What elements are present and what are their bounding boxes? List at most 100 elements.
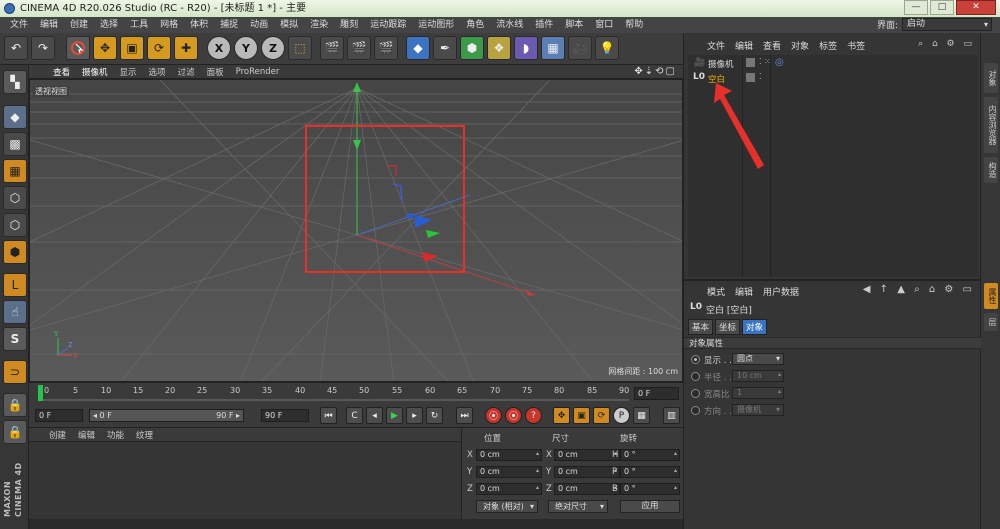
viewport-menu-display[interactable]: 显示 — [114, 66, 143, 78]
menu-plugins[interactable]: 插件 — [529, 17, 559, 33]
menu-edit[interactable]: 编辑 — [34, 17, 64, 33]
menu-render[interactable]: 渲染 — [304, 17, 334, 33]
polygons-mode-button[interactable]: ⬢ — [3, 240, 27, 264]
attribute-menu-userdata[interactable]: 用户数据 — [758, 285, 804, 298]
menu-pipeline[interactable]: 流水线 — [490, 17, 529, 33]
menu-create[interactable]: 创建 — [64, 17, 94, 33]
viewport-menu-camera[interactable]: 摄像机 — [76, 66, 114, 78]
menu-sculpt[interactable]: 雕刻 — [334, 17, 364, 33]
coordinate-system-button[interactable]: ⬚ — [288, 36, 312, 60]
menu-volume[interactable]: 体积 — [184, 17, 214, 33]
viewport-nav-icons[interactable]: ✥⇣⟲▢ — [634, 66, 677, 77]
axis-mode-button[interactable]: L — [3, 273, 27, 297]
timeline-window-button[interactable]: ▥ — [663, 407, 680, 424]
undo-button[interactable]: ↶ — [4, 36, 28, 60]
orientation-select[interactable]: 摄像机 — [732, 404, 784, 416]
tab-objects[interactable]: 对象 — [984, 63, 998, 93]
next-frame-button[interactable]: ▸ — [406, 407, 423, 424]
visibility-dots-icon[interactable]: ⁚ — [759, 57, 762, 66]
menu-window[interactable]: 窗口 — [589, 17, 619, 33]
move-tool-button[interactable]: ✥ — [93, 36, 117, 60]
y-axis-lock-button[interactable]: Y — [234, 36, 258, 60]
position-z-field[interactable]: 0 cm — [476, 483, 542, 495]
menu-script[interactable]: 脚本 — [559, 17, 589, 33]
attribute-menu-edit[interactable]: 编辑 — [730, 285, 758, 298]
material-menu-function[interactable]: 功能 — [101, 429, 130, 441]
object-menu-view[interactable]: 查看 — [758, 39, 786, 52]
aspect-field[interactable]: 1 — [732, 387, 784, 399]
rotation-b-field[interactable]: 0 ° — [620, 483, 680, 495]
preview-range-slider[interactable]: ◂ 0 F 90 F ▸ — [89, 409, 244, 422]
points-mode-button[interactable]: ⬡ — [3, 186, 27, 210]
radius-field[interactable]: 10 cm — [732, 370, 784, 382]
menu-help[interactable]: 帮助 — [619, 17, 649, 33]
perspective-viewport[interactable]: Y X Z 透视视图 网格间距 : 100 cm — [29, 79, 683, 382]
tab-structure[interactable]: 构造 — [984, 157, 998, 183]
record-keys-button[interactable]: ⦿ — [485, 407, 502, 424]
interface-select[interactable]: 启动 — [902, 18, 992, 31]
goto-end-button[interactable]: ⏭ — [456, 407, 473, 424]
object-manager-tools[interactable]: ⌕ ⌂ ⚙ ▭ — [918, 39, 975, 49]
x-axis-lock-button[interactable]: X — [207, 36, 231, 60]
material-menu-edit[interactable]: 编辑 — [72, 429, 101, 441]
apply-button[interactable]: 应用 — [620, 500, 680, 513]
rotation-h-field[interactable]: 0 ° — [620, 449, 680, 461]
key-position-button[interactable]: ✥ — [553, 407, 570, 424]
menu-snap[interactable]: 捕捉 — [214, 17, 244, 33]
key-pla-button[interactable]: ▦ — [633, 407, 650, 424]
current-frame-field[interactable]: 0 F — [634, 387, 679, 400]
menu-file[interactable]: 文件 — [4, 17, 34, 33]
render-settings-button[interactable]: 🎬 — [374, 36, 398, 60]
timeline-playhead[interactable] — [38, 385, 43, 401]
goto-start-button[interactable]: ⏮ — [320, 407, 337, 424]
tab-layers[interactable]: 层 — [984, 313, 998, 331]
menu-animate[interactable]: 动画 — [244, 17, 274, 33]
rotate-tool-button[interactable]: ⟳ — [147, 36, 171, 60]
object-name[interactable]: 摄像机 — [708, 58, 734, 70]
object-menu-edit[interactable]: 编辑 — [730, 39, 758, 52]
camera-target-tag-icon[interactable]: ⁙ — [764, 57, 771, 66]
model-mode-button[interactable]: ◆ — [3, 105, 27, 129]
size-x-field[interactable]: 0 cm — [554, 449, 620, 461]
viewport-menu-options[interactable]: 选项 — [143, 66, 172, 78]
tab-coord[interactable]: 坐标 — [715, 319, 741, 335]
lock-workplane-button[interactable]: 🔒 — [3, 393, 27, 417]
redo-button[interactable]: ↷ — [31, 36, 55, 60]
make-editable-button[interactable]: ▚ — [3, 70, 27, 94]
object-menu-file[interactable]: 文件 — [702, 39, 730, 52]
render-picture-viewer-button[interactable]: 🎬 — [347, 36, 371, 60]
add-deformer-button[interactable]: ◗ — [514, 36, 538, 60]
prev-frame-button[interactable]: ◂ — [366, 407, 383, 424]
display-select[interactable]: 圆点 — [732, 353, 784, 365]
workplane-mode-button[interactable]: ▦ — [3, 159, 27, 183]
add-cube-button[interactable]: ◆ — [406, 36, 430, 60]
attribute-menu-mode[interactable]: 模式 — [702, 285, 730, 298]
tab-object[interactable]: 对象 — [742, 319, 768, 335]
tab-attributes[interactable]: 属性 — [984, 283, 998, 309]
target-tag-icon[interactable]: ◎ — [775, 57, 784, 68]
timeline-ruler[interactable]: 0 5 10 15 20 25 30 35 40 45 50 55 60 65 … — [29, 382, 683, 404]
tab-basic[interactable]: 基本 — [688, 319, 714, 335]
aspect-radio[interactable] — [691, 389, 700, 398]
position-y-field[interactable]: 0 cm — [476, 466, 542, 478]
menu-motion-tracking[interactable]: 运动跟踪 — [364, 17, 412, 33]
orientation-radio[interactable] — [691, 406, 700, 415]
z-axis-lock-button[interactable]: Z — [261, 36, 285, 60]
material-menu-create[interactable]: 创建 — [43, 429, 72, 441]
object-row-camera[interactable]: 🎥 摄像机 ⁚ ⁙ ◎ — [688, 57, 978, 71]
position-x-field[interactable]: 0 cm — [476, 449, 542, 461]
menu-character[interactable]: 角色 — [460, 17, 490, 33]
prev-key-button[interactable]: C — [346, 407, 363, 424]
edges-mode-button[interactable]: ⬡ — [3, 213, 27, 237]
radius-radio[interactable] — [691, 372, 700, 381]
key-rotation-button[interactable]: ⟳ — [593, 407, 610, 424]
viewport-menu-prorender[interactable]: ProRender — [230, 67, 286, 77]
rotation-p-field[interactable]: 0 ° — [620, 466, 680, 478]
z-axis-dot[interactable] — [407, 213, 413, 219]
add-floor-button[interactable]: ▦ — [541, 36, 565, 60]
menu-simulate[interactable]: 模拟 — [274, 17, 304, 33]
object-menu-tags[interactable]: 标签 — [814, 39, 842, 52]
menu-mograph[interactable]: 运动图形 — [412, 17, 460, 33]
display-radio[interactable] — [691, 355, 700, 364]
add-camera-button[interactable]: 🎥 — [568, 36, 592, 60]
